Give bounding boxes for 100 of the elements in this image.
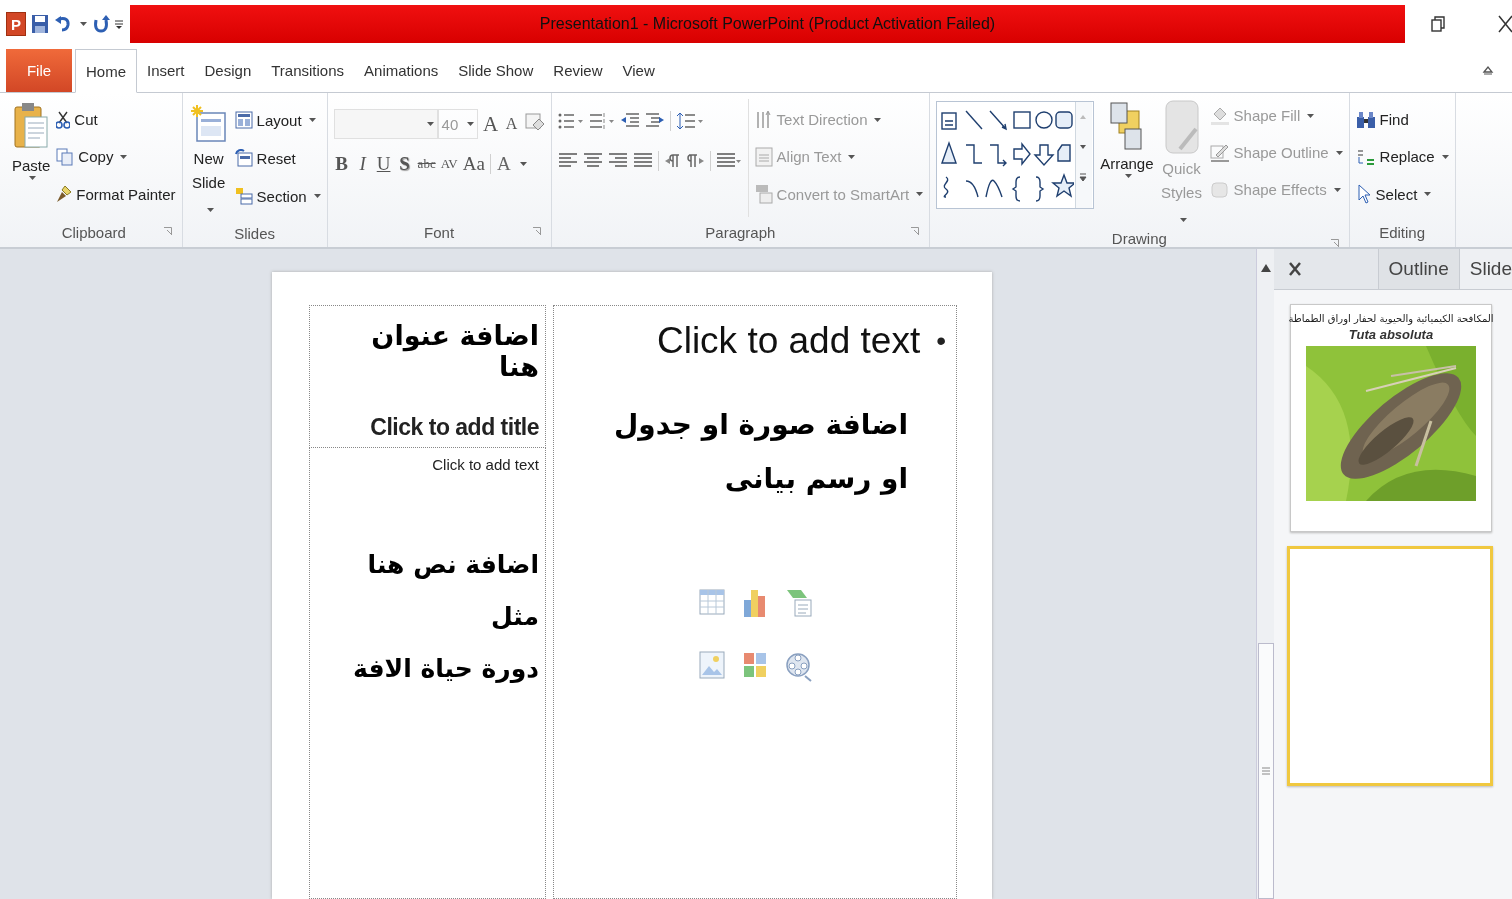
dialog-launcher-icon[interactable] — [1330, 239, 1339, 247]
thumbnail-subtitle: Tuta absoluta — [1348, 327, 1434, 342]
grow-font-button[interactable]: A — [482, 111, 499, 137]
ribbon-tab[interactable]: File — [6, 49, 72, 92]
scroll-thumb[interactable] — [1257, 643, 1274, 899]
reset-icon — [234, 149, 253, 167]
caret-icon — [1179, 218, 1187, 222]
shape-gallery[interactable] — [936, 101, 1095, 209]
app-logo[interactable]: P — [6, 12, 26, 36]
undo-icon[interactable] — [54, 15, 72, 33]
align-icon[interactable] — [557, 152, 578, 170]
shrink-font-button[interactable]: A — [503, 115, 520, 133]
replace-button[interactable]: Replace — [1355, 143, 1449, 171]
align-icon[interactable] — [607, 152, 628, 170]
copy-button[interactable]: Copy — [56, 143, 176, 171]
ribbon-tab[interactable]: Review — [543, 49, 613, 92]
caret-icon — [1335, 150, 1343, 155]
caret-icon — [313, 194, 321, 198]
increase-indent-icon[interactable] — [644, 112, 665, 130]
arrange-button[interactable]: Arrange — [1100, 99, 1154, 229]
caret-icon — [916, 192, 924, 197]
help-icon[interactable] — [1482, 64, 1494, 76]
paste-button[interactable]: Paste — [12, 99, 51, 217]
group-label: Font — [424, 223, 455, 241]
smartart-icon[interactable] — [785, 588, 813, 618]
font-color-button[interactable]: A — [495, 153, 512, 175]
smartart-icon — [754, 184, 773, 205]
align-icon[interactable] — [632, 152, 653, 170]
group-label: Editing — [1379, 223, 1426, 241]
new-slide-button[interactable]: New Slide — [188, 99, 229, 219]
ribbon-tab[interactable]: Home — [75, 49, 137, 93]
brush-icon — [56, 185, 73, 204]
pane-tab[interactable]: Slide — [1458, 249, 1512, 289]
find-button[interactable]: Find — [1355, 105, 1449, 134]
customize-icon[interactable] — [115, 18, 123, 30]
redo-icon[interactable] — [92, 14, 110, 34]
film-reel-icon[interactable] — [785, 650, 813, 682]
group-label: Paragraph — [705, 223, 776, 241]
caret-icon — [466, 122, 474, 126]
text-direction-icon — [754, 109, 773, 130]
format-button[interactable]: abc — [417, 156, 436, 172]
replace-icon — [1355, 147, 1376, 167]
left-to-right-icon[interactable] — [663, 152, 682, 170]
close-icon[interactable] — [1498, 15, 1512, 33]
numbering-icon[interactable] — [588, 112, 615, 130]
dialog-launcher-icon[interactable] — [532, 227, 541, 235]
bullets-icon[interactable] — [557, 112, 584, 130]
shape-effects-icon — [1209, 179, 1230, 200]
caret-icon — [519, 162, 527, 166]
format-button[interactable]: U — [375, 153, 392, 175]
ribbon-tab[interactable]: Insert — [137, 49, 195, 92]
font-name-field[interactable] — [333, 109, 438, 139]
select-button[interactable]: Select — [1355, 180, 1449, 209]
scissors-icon — [56, 110, 71, 129]
right-to-left-icon[interactable] — [686, 152, 705, 170]
restore-icon[interactable] — [1431, 16, 1445, 32]
image-grid-icon[interactable] — [742, 650, 768, 680]
reset-button[interactable]: Reset — [234, 144, 321, 172]
save-icon[interactable] — [31, 14, 49, 34]
group-label: Slides — [234, 224, 275, 242]
line-spacing-icon[interactable] — [675, 112, 704, 130]
ribbon-tab[interactable]: View — [612, 49, 665, 92]
quick-styles-icon — [1163, 99, 1200, 155]
ribbon-tab[interactable]: Design — [194, 49, 262, 92]
ribbon-tab[interactable]: Animations — [354, 49, 449, 92]
slide-thumbnail[interactable] — [1287, 546, 1493, 786]
new-slide-icon — [190, 105, 227, 145]
layout-button[interactable]: Layout — [234, 106, 321, 134]
grip-icon — [1261, 767, 1270, 775]
placeholder-text: اضافة نص هنا مثل دورة حياة الافة — [352, 549, 539, 685]
scroll-up-icon[interactable] — [1259, 263, 1272, 273]
caret-icon — [29, 176, 37, 180]
bar-chart-icon[interactable] — [742, 588, 768, 618]
pane-tab[interactable]: Outline — [1377, 249, 1459, 289]
format-button[interactable]: AV — [440, 156, 458, 172]
format-button[interactable]: Aa — [462, 153, 485, 175]
caret-icon — [80, 22, 87, 26]
format-button[interactable]: B — [333, 153, 350, 175]
pointer-icon — [1355, 184, 1372, 205]
caret-icon — [1307, 113, 1315, 118]
format-button[interactable]: I — [354, 153, 371, 175]
caret-icon — [874, 117, 882, 122]
caret-icon — [308, 118, 316, 122]
format-painter-button[interactable]: Format Painter — [56, 180, 176, 209]
copy-icon — [56, 148, 75, 166]
vertical-scrollbar[interactable] — [1256, 249, 1274, 899]
ribbon-tab[interactable]: Slide Show — [448, 49, 544, 92]
section-button[interactable]: Section — [234, 182, 321, 210]
format-button[interactable]: S — [396, 153, 413, 175]
placeholder-text: Click to add text — [432, 456, 539, 473]
decrease-indent-icon[interactable] — [619, 112, 640, 130]
align-icon[interactable] — [582, 152, 603, 170]
dialog-launcher-icon[interactable] — [911, 227, 920, 235]
dialog-launcher-icon[interactable] — [163, 227, 172, 235]
ribbon-tab[interactable]: Transitions — [261, 49, 355, 92]
caret-icon — [848, 155, 856, 159]
cut-button[interactable]: Cut — [56, 105, 176, 134]
close-icon[interactable] — [1288, 261, 1302, 277]
section-icon — [234, 187, 253, 205]
columns-icon[interactable] — [715, 152, 742, 170]
